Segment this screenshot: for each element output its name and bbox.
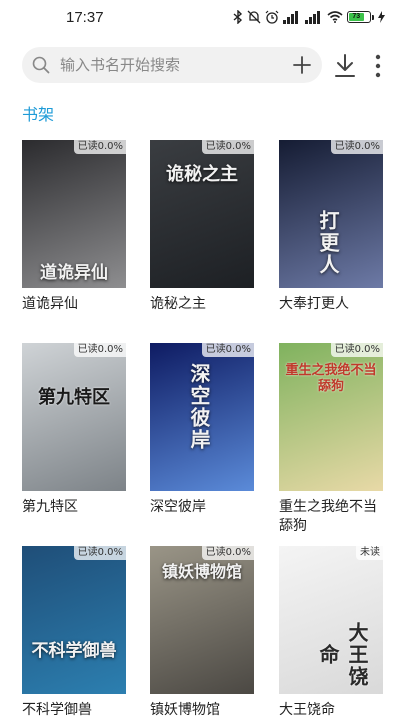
status-icons: 73: [233, 10, 385, 24]
read-progress-badge: 已读0.0%: [330, 140, 383, 154]
battery-level: 73: [349, 13, 364, 21]
read-progress-badge: 已读0.0%: [201, 546, 254, 560]
book-item[interactable]: 第九特区 已读0.0% 第九特区: [22, 343, 126, 517]
read-progress-badge: 未读: [356, 546, 383, 560]
alarm-icon: [265, 10, 279, 24]
book-cover[interactable]: 镇妖博物馆 已读0.0%: [150, 546, 254, 694]
battery-icon: 73: [347, 11, 374, 23]
cover-title-art: 大王饶命: [316, 622, 369, 688]
charging-icon: [378, 11, 385, 23]
book-title: 第九特区: [22, 499, 78, 515]
read-progress-badge: 已读0.0%: [330, 343, 383, 357]
book-cover[interactable]: 打更人 已读0.0%: [279, 140, 383, 288]
wifi-icon: [327, 11, 343, 23]
book-cover[interactable]: 道诡异仙 已读0.0%: [22, 140, 126, 288]
book-title: 道诡异仙: [22, 296, 78, 312]
read-progress-badge: 已读0.0%: [201, 343, 254, 357]
book-cover[interactable]: 大王饶命 未读: [279, 546, 383, 694]
mute-icon: [247, 10, 261, 24]
book-cover[interactable]: 不科学御兽 已读0.0%: [22, 546, 126, 694]
book-item[interactable]: 打更人 已读0.0% 大奉打更人: [279, 140, 383, 314]
cover-title-art: 深空彼岸: [187, 363, 211, 451]
book-item[interactable]: 道诡异仙 已读0.0% 道诡异仙: [22, 140, 126, 314]
book-cover[interactable]: 深空彼岸 已读0.0%: [150, 343, 254, 491]
signal-icon: [283, 10, 298, 24]
book-title: 深空彼岸: [150, 499, 206, 515]
book-title: 大王饶命: [279, 702, 335, 718]
book-item[interactable]: 大王饶命 未读大王饶命: [279, 546, 383, 720]
cover-title-art: 不科学御兽: [31, 641, 117, 661]
book-item[interactable]: 重生之我绝不当舔狗 已读0.0% 重生之我绝不当舔狗: [279, 343, 383, 536]
status-bar: 17:37 73: [0, 0, 405, 36]
book-title: 重生之我绝不当舔狗: [279, 499, 377, 534]
read-progress-badge: 已读0.0%: [73, 546, 126, 560]
read-progress-badge: 已读0.0%: [201, 140, 254, 154]
signal-icon: [305, 10, 320, 24]
cover-title-art: 道诡异仙: [40, 263, 108, 283]
book-title: 不科学御兽: [22, 702, 92, 718]
cover-title-art: 镇妖博物馆: [161, 562, 242, 581]
book-item[interactable]: 镇妖博物馆 已读0.0% 镇妖博物馆: [150, 546, 254, 720]
cover-title-art: 第九特区: [38, 387, 110, 408]
book-item[interactable]: 深空彼岸 已读0.0% 深空彼岸: [150, 343, 254, 517]
cover-title-art: 诡秘之主: [166, 164, 238, 185]
book-item[interactable]: 诡秘之主 已读0.0% 诡秘之主: [150, 140, 254, 314]
cover-title-art: 打更人: [316, 210, 340, 276]
book-title: 大奉打更人: [279, 296, 349, 312]
search-icon: [32, 56, 50, 74]
download-icon[interactable]: [333, 53, 357, 79]
section-title: 书架: [22, 105, 55, 124]
search-input[interactable]: [60, 47, 280, 83]
cover-title-art: 重生之我绝不当舔狗: [285, 363, 377, 394]
book-cover[interactable]: 第九特区 已读0.0%: [22, 343, 126, 491]
plus-icon[interactable]: [292, 55, 312, 75]
book-cover[interactable]: 诡秘之主 已读0.0%: [150, 140, 254, 288]
read-progress-badge: 已读0.0%: [73, 343, 126, 357]
book-title: 诡秘之主: [150, 296, 206, 312]
more-vertical-icon[interactable]: [368, 53, 388, 79]
book-title: 镇妖博物馆: [150, 702, 220, 718]
book-item[interactable]: 不科学御兽 已读0.0% 不科学御兽: [22, 546, 126, 720]
bluetooth-icon: [233, 10, 243, 24]
status-time: 17:37: [66, 9, 104, 26]
book-cover[interactable]: 重生之我绝不当舔狗 已读0.0%: [279, 343, 383, 491]
search-bar[interactable]: [22, 47, 322, 83]
read-progress-badge: 已读0.0%: [73, 140, 126, 154]
